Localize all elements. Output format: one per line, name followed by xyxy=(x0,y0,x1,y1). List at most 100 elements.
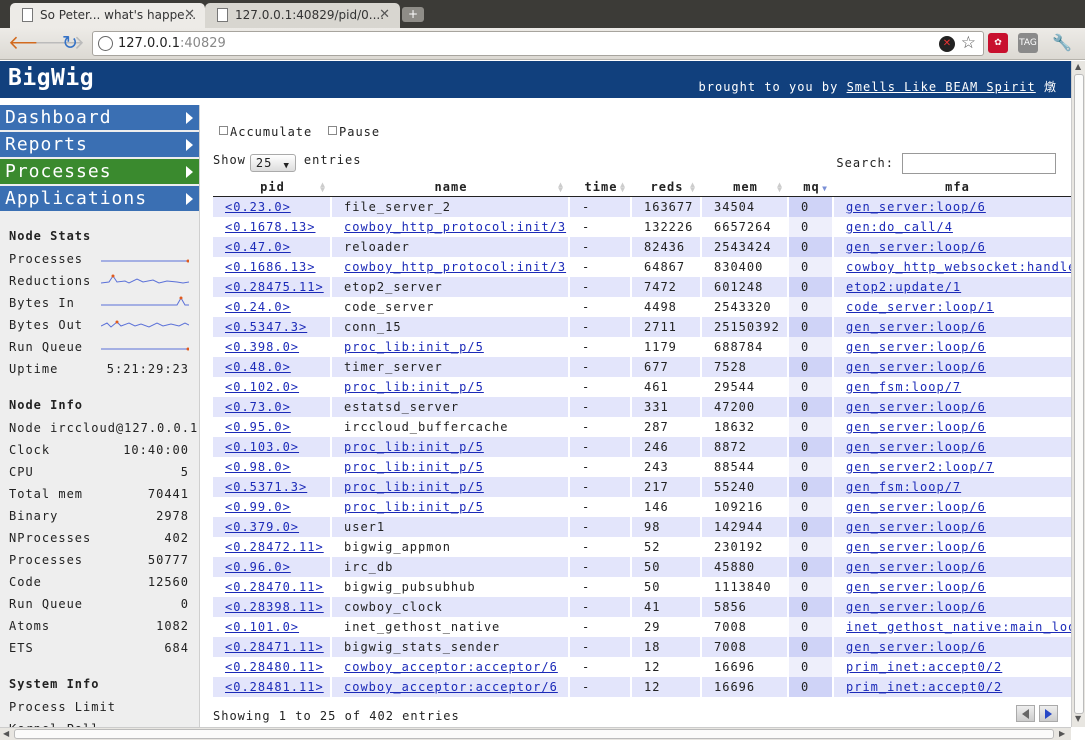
extension-tag-icon[interactable]: TAG xyxy=(1018,33,1038,53)
pid-cell[interactable]: <0.379.0> xyxy=(213,517,332,537)
menu-reports[interactable]: Reports xyxy=(0,132,199,157)
column-header-mq[interactable]: mq ▼ xyxy=(789,178,834,197)
column-header-mem[interactable]: mem ▲ ▼ xyxy=(702,178,789,197)
pid-cell[interactable]: <0.24.0> xyxy=(213,297,332,317)
cell-link[interactable]: <0.28480.11> xyxy=(225,660,324,674)
cell-link[interactable]: proc_lib:init_p/5 xyxy=(344,460,484,474)
mfa-cell[interactable]: gen_server:loop/6 xyxy=(834,397,1071,417)
mfa-cell[interactable]: prim_inet:accept0/2 xyxy=(834,657,1071,677)
mfa-cell[interactable]: gen:do_call/4 xyxy=(834,217,1071,237)
pid-cell[interactable]: <0.99.0> xyxy=(213,497,332,517)
column-header-pid[interactable]: pid ▲ ▼ xyxy=(213,178,332,197)
cell-link[interactable]: gen_server:loop/6 xyxy=(846,500,986,514)
cell-link[interactable]: <0.103.0> xyxy=(225,440,299,454)
cell-link[interactable]: proc_lib:init_p/5 xyxy=(344,480,484,494)
previous-page-button[interactable] xyxy=(1016,705,1035,722)
name-cell[interactable]: cowboy_acceptor:acceptor/6 xyxy=(332,677,570,697)
mfa-cell[interactable]: gen_server:loop/6 xyxy=(834,437,1071,457)
mfa-cell[interactable]: prim_inet:accept0/2 xyxy=(834,677,1071,697)
cell-link[interactable]: <0.398.0> xyxy=(225,340,299,354)
scroll-right-icon[interactable]: ▶ xyxy=(1059,729,1065,738)
cell-link[interactable]: <0.28471.11> xyxy=(225,640,324,654)
cell-link[interactable]: <0.102.0> xyxy=(225,380,299,394)
cell-link[interactable]: <0.5371.3> xyxy=(225,480,307,494)
cell-link[interactable]: cowboy_acceptor:acceptor/6 xyxy=(344,660,558,674)
pid-cell[interactable]: <0.28481.11> xyxy=(213,677,332,697)
name-cell[interactable]: cowboy_acceptor:acceptor/6 xyxy=(332,657,570,677)
stop-icon[interactable]: ✕ xyxy=(939,36,955,52)
cell-link[interactable]: cowboy_http_protocol:init/3 xyxy=(344,220,566,234)
menu-processes[interactable]: Processes xyxy=(0,159,199,184)
column-header-reds[interactable]: reds ▲ ▼ xyxy=(632,178,702,197)
vertical-scroll-thumb[interactable] xyxy=(1074,74,1084,714)
mfa-cell[interactable]: gen_server:loop/6 xyxy=(834,417,1071,437)
new-tab-button[interactable]: + xyxy=(402,7,424,22)
column-header-mfa[interactable]: mfa xyxy=(834,178,1071,197)
mfa-cell[interactable]: gen_server:loop/6 xyxy=(834,517,1071,537)
name-cell[interactable]: cowboy_http_protocol:init/3 xyxy=(332,217,570,237)
cell-link[interactable]: gen_server:loop/6 xyxy=(846,540,986,554)
name-cell[interactable]: proc_lib:init_p/5 xyxy=(332,337,570,357)
cell-link[interactable]: gen_server:loop/6 xyxy=(846,560,986,574)
pause-option[interactable]: Pause xyxy=(328,125,380,139)
cell-link[interactable]: cowboy_http_protocol:init/3 xyxy=(344,260,566,274)
pid-cell[interactable]: <0.28480.11> xyxy=(213,657,332,677)
cell-link[interactable]: prim_inet:accept0/2 xyxy=(846,660,1002,674)
cell-link[interactable]: <0.23.0> xyxy=(225,200,291,214)
pid-cell[interactable]: <0.95.0> xyxy=(213,417,332,437)
mfa-cell[interactable]: etop2:update/1 xyxy=(834,277,1071,297)
next-page-button[interactable] xyxy=(1039,705,1058,722)
name-cell[interactable]: proc_lib:init_p/5 xyxy=(332,377,570,397)
pid-cell[interactable]: <0.96.0> xyxy=(213,557,332,577)
pid-cell[interactable]: <0.23.0> xyxy=(213,197,332,217)
column-header-name[interactable]: name ▲ ▼ xyxy=(332,178,570,197)
mfa-cell[interactable]: gen_server:loop/6 xyxy=(834,497,1071,517)
mfa-cell[interactable]: gen_server:loop/6 xyxy=(834,317,1071,337)
scroll-up-icon[interactable]: ▲ xyxy=(1075,62,1081,71)
pid-cell[interactable]: <0.47.0> xyxy=(213,237,332,257)
vertical-scrollbar[interactable]: ▲ ▼ xyxy=(1071,61,1085,727)
cell-link[interactable]: <0.48.0> xyxy=(225,360,291,374)
pid-cell[interactable]: <0.28471.11> xyxy=(213,637,332,657)
pid-cell[interactable]: <0.5347.3> xyxy=(213,317,332,337)
pid-cell[interactable]: <0.28475.11> xyxy=(213,277,332,297)
pid-cell[interactable]: <0.102.0> xyxy=(213,377,332,397)
browser-tab-1[interactable]: So Peter... what's happe... ✕ xyxy=(10,3,205,28)
cell-link[interactable]: gen_server:loop/6 xyxy=(846,420,986,434)
cell-link[interactable]: gen_server:loop/6 xyxy=(846,200,986,214)
mfa-cell[interactable]: inet_gethost_native:main_loo xyxy=(834,617,1071,637)
cell-link[interactable]: proc_lib:init_p/5 xyxy=(344,380,484,394)
cell-link[interactable]: <0.95.0> xyxy=(225,420,291,434)
mfa-cell[interactable]: gen_server:loop/6 xyxy=(834,557,1071,577)
cell-link[interactable]: gen:do_call/4 xyxy=(846,220,953,234)
name-cell[interactable]: proc_lib:init_p/5 xyxy=(332,457,570,477)
cell-link[interactable]: gen_fsm:loop/7 xyxy=(846,380,961,394)
cell-link[interactable]: gen_server:loop/6 xyxy=(846,400,986,414)
cell-link[interactable]: <0.47.0> xyxy=(225,240,291,254)
mfa-cell[interactable]: gen_server:loop/6 xyxy=(834,197,1071,217)
mfa-cell[interactable]: gen_server:loop/6 xyxy=(834,357,1071,377)
cell-link[interactable]: gen_server:loop/6 xyxy=(846,320,986,334)
cell-link[interactable]: gen_server:loop/6 xyxy=(846,440,986,454)
mfa-cell[interactable]: gen_server:loop/6 xyxy=(834,337,1071,357)
cell-link[interactable]: <0.98.0> xyxy=(225,460,291,474)
cell-link[interactable]: code_server:loop/1 xyxy=(846,300,994,314)
reload-icon[interactable]: ↻ xyxy=(62,33,78,53)
scroll-left-icon[interactable]: ◀ xyxy=(3,729,9,738)
pid-cell[interactable]: <0.28398.11> xyxy=(213,597,332,617)
cell-link[interactable]: <0.28398.11> xyxy=(225,600,324,614)
close-icon[interactable]: ✕ xyxy=(379,7,390,22)
pid-cell[interactable]: <0.101.0> xyxy=(213,617,332,637)
address-bar[interactable]: 127.0.0.1:40829 ✕ ☆ xyxy=(92,31,984,56)
pid-cell[interactable]: <0.5371.3> xyxy=(213,477,332,497)
cell-link[interactable]: <0.96.0> xyxy=(225,560,291,574)
cell-link[interactable]: etop2:update/1 xyxy=(846,280,961,294)
accumulate-option[interactable]: Accumulate xyxy=(219,125,312,139)
cell-link[interactable]: gen_server:loop/6 xyxy=(846,340,986,354)
cell-link[interactable]: <0.1678.13> xyxy=(225,220,315,234)
extension-flower-icon[interactable]: ✿ xyxy=(988,33,1008,53)
cell-link[interactable]: <0.73.0> xyxy=(225,400,291,414)
mfa-cell[interactable]: code_server:loop/1 xyxy=(834,297,1071,317)
cell-link[interactable]: <0.24.0> xyxy=(225,300,291,314)
column-header-time[interactable]: time ▲ ▼ xyxy=(570,178,632,197)
